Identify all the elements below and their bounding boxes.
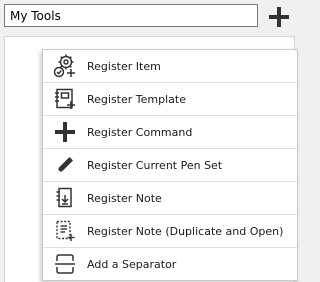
- menu-item-register-command[interactable]: Register Command: [43, 116, 297, 149]
- note-icon: [43, 182, 87, 214]
- plus-icon: [43, 116, 87, 148]
- gear-add-icon: [43, 50, 87, 82]
- plus-icon: [269, 7, 289, 27]
- menu-item-label: Register Template: [87, 92, 186, 106]
- menu-item-label: Add a Separator: [87, 257, 177, 271]
- menu-item-register-current-pen-set[interactable]: Register Current Pen Set: [43, 149, 297, 182]
- menu-item-label: Register Note: [87, 191, 162, 205]
- register-menu: Register Item Register Template Register…: [42, 49, 298, 281]
- tool-name-input[interactable]: [4, 4, 258, 27]
- pen-icon: [43, 149, 87, 181]
- note-duplicate-icon: [43, 215, 87, 247]
- menu-item-label: Register Command: [87, 125, 193, 139]
- template-icon: [43, 83, 87, 115]
- add-button[interactable]: [266, 4, 292, 30]
- separator-icon: [43, 248, 87, 280]
- menu-item-register-template[interactable]: Register Template: [43, 83, 297, 116]
- menu-item-label: Register Current Pen Set: [87, 158, 223, 172]
- menu-item-register-note-duplicate-open[interactable]: Register Note (Duplicate and Open): [43, 215, 297, 248]
- menu-item-add-separator[interactable]: Add a Separator: [43, 248, 297, 280]
- menu-item-register-note[interactable]: Register Note: [43, 182, 297, 215]
- menu-item-label: Register Note (Duplicate and Open): [87, 224, 284, 238]
- menu-item-register-item[interactable]: Register Item: [43, 50, 297, 83]
- menu-item-label: Register Item: [87, 59, 161, 73]
